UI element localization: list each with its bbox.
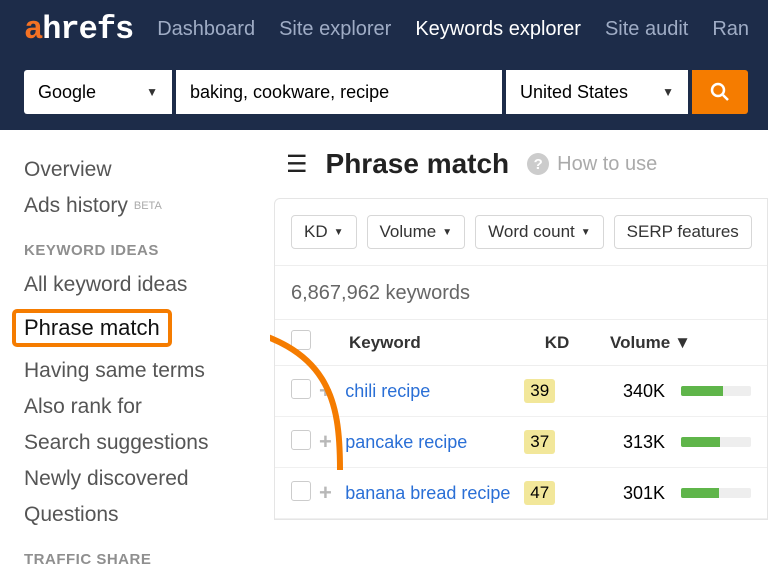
column-keyword[interactable]: Keyword xyxy=(349,333,529,353)
sidebar-search-suggestions[interactable]: Search suggestions xyxy=(24,431,252,455)
sidebar-overview[interactable]: Overview xyxy=(24,158,252,182)
add-icon[interactable]: + xyxy=(319,480,332,505)
filter-kd[interactable]: KD ▼ xyxy=(291,215,357,249)
country-select[interactable]: United States ▼ xyxy=(506,70,688,114)
sidebar-ads-history[interactable]: Ads history BETA xyxy=(24,194,252,218)
sidebar-questions[interactable]: Questions xyxy=(24,503,252,527)
topbar: ahrefs Dashboard Site explorer Keywords … xyxy=(0,0,768,130)
brand-logo[interactable]: ahrefs xyxy=(24,11,133,48)
volume-value: 301K xyxy=(566,483,665,504)
select-all-checkbox[interactable] xyxy=(291,330,311,350)
main: Overview Ads history BETA KEYWORD IDEAS … xyxy=(0,130,768,574)
nav-dashboard[interactable]: Dashboard xyxy=(157,18,255,41)
kd-badge: 37 xyxy=(524,430,555,454)
caret-down-icon: ▼ xyxy=(146,85,158,99)
keywords-input-value: baking, cookware, recipe xyxy=(190,82,389,103)
volume-value: 313K xyxy=(566,432,665,453)
table-row: + banana bread recipe 47 301K xyxy=(275,468,767,519)
filters-row: KD ▼ Volume ▼ Word count ▼ SERP features xyxy=(275,215,767,265)
column-kd[interactable]: KD xyxy=(529,333,585,353)
keyword-link[interactable]: pancake recipe xyxy=(345,432,467,452)
table-row: + pancake recipe 37 313K xyxy=(275,417,767,468)
logo-letter-a: a xyxy=(24,11,42,48)
kd-badge: 39 xyxy=(524,379,555,403)
add-icon[interactable]: + xyxy=(319,429,332,454)
content: ☰ Phrase match ? How to use KD ▼ Volume ▼ … xyxy=(270,130,768,574)
sidebar-item-label: Phrase match xyxy=(24,315,160,341)
search-engine-select[interactable]: Google ▼ xyxy=(24,70,172,114)
caret-down-icon: ▼ xyxy=(662,85,674,99)
content-header: ☰ Phrase match ? How to use xyxy=(270,148,768,180)
sidebar-item-label: Also rank for xyxy=(24,395,142,419)
result-count: 6,867,962 keywords xyxy=(275,265,767,319)
sidebar-all-keyword-ideas[interactable]: All keyword ideas xyxy=(24,273,252,297)
sidebar: Overview Ads history BETA KEYWORD IDEAS … xyxy=(0,130,270,574)
sidebar-heading-traffic-share: TRAFFIC SHARE xyxy=(24,551,252,568)
keywords-input[interactable]: baking, cookware, recipe xyxy=(176,70,502,114)
sidebar-item-label: All keyword ideas xyxy=(24,273,187,297)
keyword-link[interactable]: banana bread recipe xyxy=(345,483,510,503)
sidebar-newly-discovered[interactable]: Newly discovered xyxy=(24,467,252,491)
sidebar-heading-keyword-ideas: KEYWORD IDEAS xyxy=(24,242,252,259)
sidebar-item-label: Overview xyxy=(24,158,112,182)
nav-site-explorer[interactable]: Site explorer xyxy=(279,18,391,41)
volume-bar xyxy=(681,488,751,498)
logo-rest: hrefs xyxy=(42,11,133,48)
add-icon[interactable]: + xyxy=(319,378,332,403)
keyword-link[interactable]: chili recipe xyxy=(345,381,430,401)
table-row: + chili recipe 39 340K xyxy=(275,366,767,417)
row-checkbox[interactable] xyxy=(291,379,311,399)
filter-label: Volume xyxy=(380,222,437,242)
caret-down-icon: ▼ xyxy=(442,227,452,238)
country-value: United States xyxy=(520,82,628,103)
caret-down-icon: ▼ xyxy=(334,227,344,238)
question-icon: ? xyxy=(527,153,549,175)
sidebar-item-label: Search suggestions xyxy=(24,431,208,455)
filter-label: SERP features xyxy=(627,222,739,242)
menu-icon[interactable]: ☰ xyxy=(286,150,308,179)
table-header: Keyword KD Volume▼ xyxy=(275,319,767,366)
sort-descending-icon: ▼ xyxy=(674,333,691,353)
volume-bar xyxy=(681,437,751,447)
help-label: How to use xyxy=(557,153,657,176)
sidebar-phrase-match[interactable]: Phrase match xyxy=(12,309,172,347)
row-checkbox[interactable] xyxy=(291,430,311,450)
beta-badge: BETA xyxy=(134,200,162,212)
column-volume[interactable]: Volume▼ xyxy=(585,333,691,353)
row-checkbox[interactable] xyxy=(291,481,311,501)
sidebar-item-label: Ads history xyxy=(24,194,128,218)
search-icon xyxy=(710,82,730,102)
search-button[interactable] xyxy=(692,70,748,114)
sidebar-item-label: Newly discovered xyxy=(24,467,189,491)
search-bar: Google ▼ baking, cookware, recipe United… xyxy=(24,64,748,120)
filter-label: Word count xyxy=(488,222,575,242)
results-panel: KD ▼ Volume ▼ Word count ▼ SERP features 6,… xyxy=(274,198,768,520)
kd-badge: 47 xyxy=(524,481,555,505)
volume-bar xyxy=(681,386,751,396)
page-title: Phrase match xyxy=(326,148,510,180)
nav-keywords-explorer[interactable]: Keywords explorer xyxy=(415,18,581,41)
sidebar-item-label: Having same terms xyxy=(24,359,205,383)
sidebar-item-label: Questions xyxy=(24,503,119,527)
help-link[interactable]: ? How to use xyxy=(527,153,657,176)
filter-serp-features[interactable]: SERP features xyxy=(614,215,752,249)
filter-volume[interactable]: Volume ▼ xyxy=(367,215,466,249)
sidebar-also-rank-for[interactable]: Also rank for xyxy=(24,395,252,419)
filter-word-count[interactable]: Word count ▼ xyxy=(475,215,604,249)
sidebar-having-same-terms[interactable]: Having same terms xyxy=(24,359,252,383)
volume-value: 340K xyxy=(566,381,665,402)
nav-site-audit[interactable]: Site audit xyxy=(605,18,688,41)
nav-rank-tracker[interactable]: Rank tracker xyxy=(712,18,748,41)
search-engine-value: Google xyxy=(38,82,96,103)
filter-label: KD xyxy=(304,222,328,242)
caret-down-icon: ▼ xyxy=(581,227,591,238)
top-nav-row: ahrefs Dashboard Site explorer Keywords … xyxy=(24,0,748,58)
